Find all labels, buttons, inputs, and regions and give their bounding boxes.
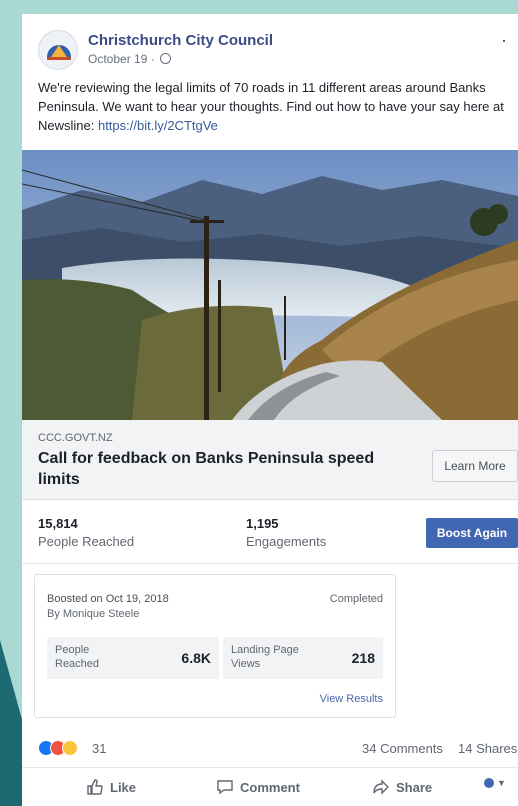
boost-summary: Boosted on Oct 19, 2018 By Monique Steel… <box>34 574 396 718</box>
reactions-bar: 31 34 Comments 14 Shares <box>22 728 518 768</box>
people-reached-stat: 15,814 People Reached <box>38 516 134 549</box>
share-button[interactable]: Share <box>372 778 432 796</box>
page-name[interactable]: Christchurch City Council <box>88 32 273 49</box>
chevron-down-icon: ▼ <box>497 778 506 788</box>
post-link[interactable]: https://bit.ly/2CTtgVe <box>98 118 218 133</box>
comment-icon <box>217 780 233 795</box>
comment-count[interactable]: 34 Comments <box>362 741 443 756</box>
people-reached-metric: People Reached 6.8K <box>47 637 219 679</box>
post-date-text: October 19 · <box>88 52 159 66</box>
post-image[interactable] <box>22 150 518 420</box>
engagements-value: 1,195 <box>246 516 279 531</box>
like-button[interactable]: Like <box>86 778 136 796</box>
more-options-icon[interactable]: · <box>501 30 508 51</box>
engagements-label: Engagements <box>246 534 327 549</box>
avatar[interactable] <box>38 30 78 70</box>
reaction-count[interactable]: 31 <box>92 741 106 756</box>
learn-more-button[interactable]: Learn More <box>432 450 518 482</box>
post-text: We're reviewing the legal limits of 70 r… <box>38 78 508 135</box>
view-results-link[interactable]: View Results <box>320 693 383 705</box>
people-reached-label: People Reached <box>38 534 135 549</box>
link-domain: CCC.GOVT.NZ <box>38 432 113 444</box>
thumbs-up-icon <box>87 779 103 795</box>
post-actions: Like Comment Share ▼ <box>22 768 518 806</box>
boost-by: By Monique Steele <box>47 608 140 620</box>
link-title[interactable]: Call for feedback on Banks Peninsula spe… <box>38 448 408 490</box>
post-stats: 15,814 People Reached 1,195 Engagements … <box>22 504 518 564</box>
share-label: Share <box>396 779 433 795</box>
audience-selector[interactable]: ▼ <box>484 778 506 788</box>
like-label: Like <box>110 779 137 795</box>
engagements-stat: 1,195 Engagements <box>246 516 326 549</box>
boost-date: Boosted on Oct 19, 2018 <box>47 593 169 605</box>
boost-status: Completed <box>329 593 383 605</box>
landscape-photo <box>22 150 518 420</box>
globe-icon <box>160 53 172 64</box>
haha-reaction-icon <box>62 740 78 756</box>
post-date[interactable]: October 19 · <box>88 52 172 66</box>
people-reached-metric-label: People Reached <box>55 644 100 670</box>
people-reached-value: 15,814 <box>38 516 78 531</box>
share-arrow-icon <box>373 779 389 795</box>
post-header: Christchurch City Council October 19 · · <box>38 28 508 76</box>
post-card: Christchurch City Council October 19 · ·… <box>22 14 518 806</box>
landing-page-views-label: Landing Page Views <box>231 644 299 670</box>
people-reached-metric-value: 6.8K <box>181 650 211 666</box>
audience-avatar-icon <box>484 778 494 788</box>
landing-page-views-value: 218 <box>351 650 375 666</box>
comment-button[interactable]: Comment <box>216 778 300 796</box>
link-preview[interactable]: CCC.GOVT.NZ Call for feedback on Banks P… <box>22 420 518 500</box>
share-count[interactable]: 14 Shares <box>458 741 517 756</box>
boost-again-button[interactable]: Boost Again <box>426 518 518 548</box>
comment-label: Comment <box>240 779 300 795</box>
landing-page-views-metric: Landing Page Views 218 <box>223 637 383 679</box>
